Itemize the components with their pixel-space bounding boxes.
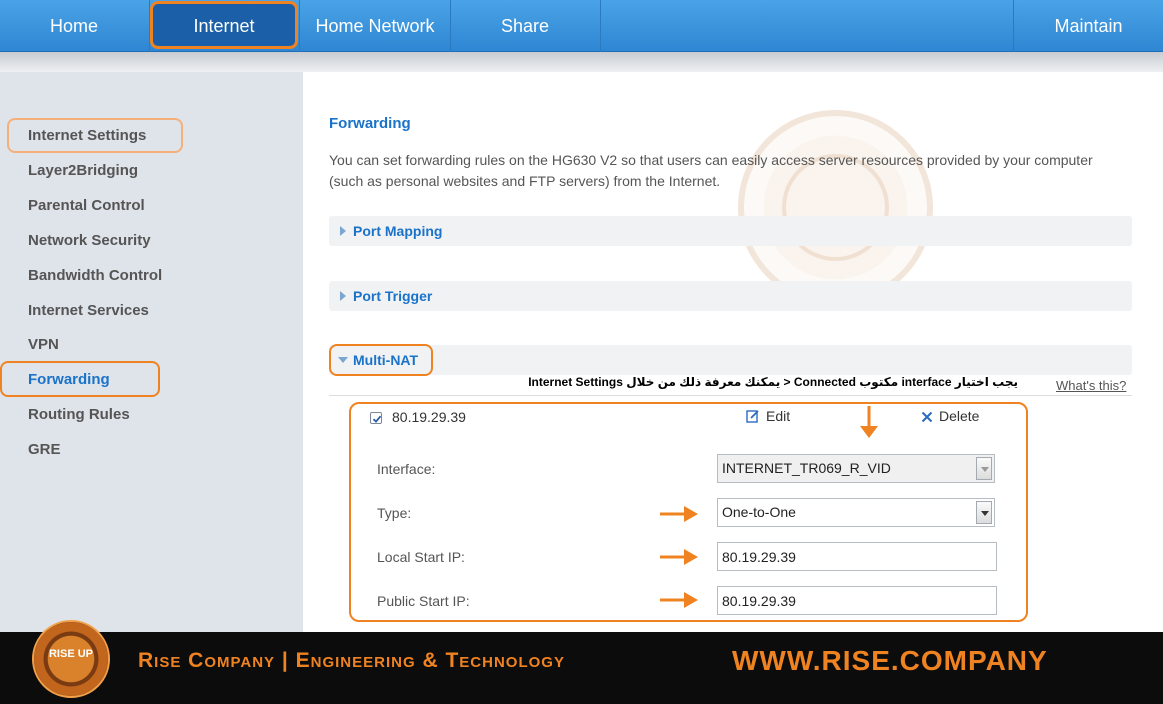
close-icon (921, 411, 933, 423)
section-port-trigger[interactable]: Port Trigger (329, 281, 1132, 311)
sidebar-item-internet-settings[interactable]: Internet Settings (28, 127, 146, 144)
delete-label: Delete (939, 408, 980, 424)
chevron-down-icon (976, 457, 992, 480)
type-label: Type: (377, 505, 412, 521)
sidebar-item-vpn[interactable]: VPN (28, 336, 59, 353)
edit-icon (746, 410, 759, 423)
nav-maintain[interactable]: Maintain (1014, 0, 1163, 52)
section-title: Port Trigger (353, 288, 433, 304)
local-start-ip-input[interactable] (717, 542, 997, 571)
interface-select[interactable]: INTERNET_TR069_R_VID (717, 454, 995, 483)
sidebar-item-layer2bridging[interactable]: Layer2Bridging (28, 162, 138, 179)
sidebar-item-parental-control[interactable]: Parental Control (28, 197, 145, 214)
rule-ip: 80.19.29.39 (392, 409, 466, 425)
whats-this-link[interactable]: What's this? (1056, 378, 1126, 393)
sidebar-item-network-security[interactable]: Network Security (28, 232, 151, 249)
sidebar-item-routing-rules[interactable]: Routing Rules (28, 406, 130, 423)
section-port-mapping[interactable]: Port Mapping (329, 216, 1132, 246)
nav-internet[interactable]: Internet (150, 1, 298, 49)
page-description: You can set forwarding rules on the HG63… (329, 152, 1093, 189)
page-title: Forwarding (329, 115, 411, 132)
annotation-arrow-down-icon (860, 406, 878, 438)
type-value: One-to-One (722, 504, 796, 520)
local-start-ip-label: Local Start IP: (377, 549, 465, 565)
section-multi-nat[interactable]: Multi-NAT (329, 345, 1132, 375)
logo-text: RISE UP (48, 648, 93, 660)
section-divider (329, 395, 1132, 396)
sidebar-item-forwarding[interactable]: Forwarding (28, 371, 110, 388)
header-shadow (0, 52, 1163, 72)
public-start-ip-input[interactable] (717, 586, 997, 615)
interface-label: Interface: (377, 461, 436, 477)
interface-value: INTERNET_TR069_R_VID (722, 460, 891, 476)
public-start-ip-label: Public Start IP: (377, 593, 470, 609)
edit-label: Edit (766, 408, 791, 424)
chevron-down-icon (976, 501, 992, 524)
sidebar-item-gre[interactable]: GRE (28, 441, 61, 458)
footer-url: WWW.RISE.COMPANY (732, 645, 1048, 676)
expand-arrow-icon (340, 291, 346, 301)
delete-button[interactable]: Delete (921, 408, 979, 424)
nav-home[interactable]: Home (0, 0, 148, 52)
company-logo: RISE UP (32, 620, 110, 698)
type-select[interactable]: One-to-One (717, 498, 995, 527)
sidebar-item-bandwidth-control[interactable]: Bandwidth Control (28, 267, 162, 284)
watermark-seal (738, 110, 933, 305)
annotation-note: يجب اختيار interface مكتوب Connected < ي… (528, 375, 1018, 389)
annotation-arrow-right-icon (660, 592, 698, 608)
sidebar-item-internet-services[interactable]: Internet Services (28, 302, 149, 319)
footer-company-name: Rise Company | Engineering & Technology (138, 649, 565, 672)
top-navigation: Home Internet Home Network Share Maintai… (0, 0, 1163, 52)
nav-home-network[interactable]: Home Network (300, 0, 450, 52)
expand-arrow-icon (340, 226, 346, 236)
nav-share[interactable]: Share (450, 0, 600, 52)
nav-separator (600, 0, 601, 52)
edit-button[interactable]: Edit (746, 408, 790, 424)
annotation-arrow-right-icon (660, 506, 698, 522)
section-title: Port Mapping (353, 223, 443, 239)
rule-checkbox[interactable] (370, 412, 382, 424)
annotation-arrow-right-icon (660, 549, 698, 565)
highlight-multi-nat (329, 344, 433, 376)
